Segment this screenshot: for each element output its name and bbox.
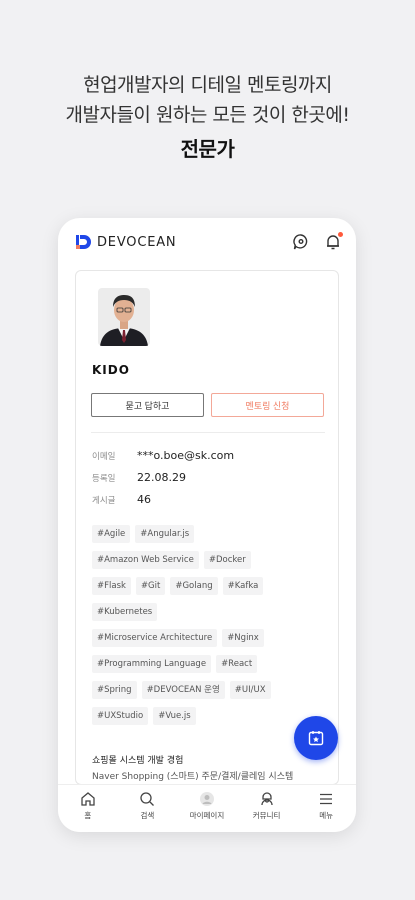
- tag-chip[interactable]: #Golang: [170, 577, 218, 595]
- mentoring-request-button[interactable]: 멘토링 신청: [211, 393, 324, 417]
- tag-row: #Programming Language #React: [92, 655, 328, 673]
- tab-community[interactable]: 커뮤니티: [237, 785, 297, 832]
- tag-row: #Agile #Angular.js: [92, 525, 328, 543]
- tag-chip[interactable]: #Agile: [92, 525, 131, 543]
- phone-frame: DEVOCEAN KIDO 묻고 답하고 멘토링 신청 이메일 ***o.boe…: [58, 218, 356, 832]
- info-label: 이메일: [92, 451, 116, 462]
- tab-menu[interactable]: 메뉴: [296, 785, 356, 832]
- tag-row: #Amazon Web Service #Docker: [92, 551, 328, 569]
- floating-action-button[interactable]: [294, 716, 338, 760]
- tab-label: 메뉴: [319, 811, 334, 820]
- search-icon: [139, 791, 155, 807]
- info-row-registered: 등록일 22.08.29: [92, 471, 186, 484]
- promo-headline: 현업개발자의 디테일 멘토링까지 개발자들이 원하는 모든 것이 한곳에! 전문…: [0, 70, 415, 164]
- tag-row: #Kubernetes: [92, 603, 328, 621]
- tag-chip[interactable]: #Docker: [203, 551, 251, 569]
- tag-row: #Flask #Git #Golang #Kafka: [92, 577, 328, 595]
- chat-icon[interactable]: [292, 233, 310, 251]
- info-value: ***o.boe@sk.com: [137, 449, 235, 462]
- info-row-posts: 게시글 46: [92, 493, 151, 506]
- info-value: 22.08.29: [137, 471, 186, 484]
- profile-name: KIDO: [92, 363, 130, 377]
- home-icon: [80, 791, 96, 807]
- tab-label: 홈: [84, 811, 92, 820]
- avatar: [98, 288, 150, 346]
- tag-chip[interactable]: #Angular.js: [135, 525, 195, 543]
- career-detail: Naver Shopping (스마트) 주문/결제/클레임 시스템: [92, 772, 294, 782]
- tag-chip[interactable]: #Vue.js: [153, 707, 196, 725]
- calendar-star-icon: [308, 731, 324, 746]
- bell-icon[interactable]: [324, 232, 343, 251]
- profile-card: KIDO 묻고 답하고 멘토링 신청 이메일 ***o.boe@sk.com 등…: [75, 270, 339, 785]
- tag-chip[interactable]: #Nginx: [222, 629, 264, 647]
- tab-label: 커뮤니티: [252, 811, 281, 820]
- headline-line-1: 현업개발자의 디테일 멘토링까지: [83, 74, 332, 96]
- tag-chip[interactable]: #Amazon Web Service: [92, 551, 199, 569]
- tag-chip[interactable]: #UI/UX: [229, 681, 271, 699]
- tag-chip[interactable]: #DEVOCEAN 운영: [141, 681, 225, 699]
- tab-home[interactable]: 홈: [58, 785, 118, 832]
- app-bar: DEVOCEAN: [58, 218, 356, 268]
- tag-chip[interactable]: #Kafka: [222, 577, 264, 595]
- info-label: 게시글: [92, 495, 116, 506]
- tag-chip[interactable]: #UXStudio: [92, 707, 149, 725]
- tag-row: #Microservice Architecture #Nginx: [92, 629, 328, 647]
- tab-mypage[interactable]: 마이페이지: [177, 785, 237, 832]
- bottom-tab-bar: 홈 검색 마이페이지 커뮤니티 메뉴: [58, 784, 356, 832]
- tag-row: #UXStudio #Vue.js: [92, 707, 328, 725]
- tag-chip[interactable]: #Kubernetes: [92, 603, 158, 621]
- app-bar-actions: [292, 232, 343, 251]
- divider: [91, 432, 325, 433]
- headline-line-2: 개발자들이 원하는 모든 것이 한곳에!: [65, 104, 350, 126]
- tag-chip[interactable]: #React: [216, 655, 258, 673]
- info-label: 등록일: [92, 473, 116, 484]
- tag-chip[interactable]: #Flask: [92, 577, 131, 595]
- tag-chip[interactable]: #Microservice Architecture: [92, 629, 218, 647]
- brand-logo[interactable]: DEVOCEAN: [75, 234, 176, 250]
- tag-chip[interactable]: #Spring: [92, 681, 137, 699]
- tag-chip[interactable]: #Git: [135, 577, 166, 595]
- headline-line-3: 전문가: [180, 137, 235, 161]
- tag-chip[interactable]: #Programming Language: [92, 655, 212, 673]
- info-row-email: 이메일 ***o.boe@sk.com: [92, 449, 234, 462]
- mypage-icon: [199, 791, 215, 807]
- tab-search[interactable]: 검색: [118, 785, 178, 832]
- tag-row: #Spring #DEVOCEAN 운영 #UI/UX: [92, 681, 328, 699]
- tab-label: 마이페이지: [189, 811, 225, 820]
- devocean-logo-icon: [75, 234, 91, 250]
- career-title: 쇼핑몰 시스템 개발 경험: [92, 756, 184, 766]
- notification-dot: [338, 232, 343, 237]
- tab-label: 검색: [140, 811, 155, 820]
- info-value: 46: [137, 493, 151, 506]
- menu-icon: [318, 791, 334, 807]
- community-icon: [259, 791, 275, 807]
- tag-list: #Agile #Angular.js #Amazon Web Service #…: [92, 525, 328, 733]
- ask-button[interactable]: 묻고 답하고: [91, 393, 204, 417]
- brand-name: DEVOCEAN: [97, 234, 177, 250]
